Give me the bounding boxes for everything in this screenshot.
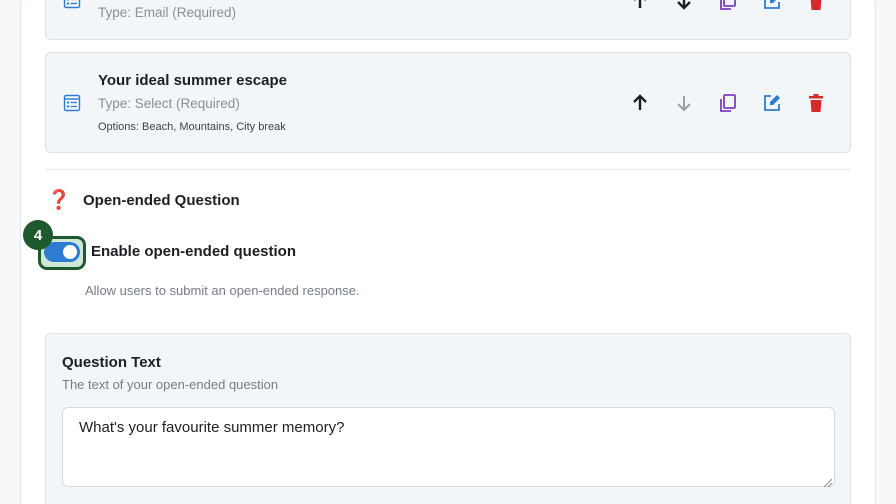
- toggle-knob: [63, 245, 77, 259]
- step-badge: 4: [23, 220, 53, 250]
- field-card-email: Type: Email (Required): [45, 0, 851, 40]
- copy-icon: [720, 0, 736, 10]
- question-text-input[interactable]: What's your favourite summer memory?: [62, 407, 835, 487]
- duplicate-button[interactable]: [716, 91, 740, 115]
- open-ended-toggle[interactable]: [44, 242, 80, 262]
- move-up-button[interactable]: [628, 91, 652, 115]
- field-card-select: Your ideal summer escape Type: Select (R…: [45, 52, 851, 153]
- duplicate-button[interactable]: [716, 0, 740, 13]
- question-text-card: Question Text The text of your open-ende…: [45, 333, 851, 504]
- toggle-help-text: Allow users to submit an open-ended resp…: [85, 283, 360, 298]
- arrow-down-icon: [677, 96, 691, 112]
- delete-button[interactable]: [804, 91, 828, 115]
- move-down-button[interactable]: [672, 91, 696, 115]
- edit-button[interactable]: [760, 0, 784, 13]
- arrow-up-icon: [634, 0, 646, 8]
- edit-icon: [764, 95, 780, 111]
- resize-grip-icon[interactable]: [823, 475, 833, 488]
- move-up-button[interactable]: [628, 0, 652, 13]
- toggle-label: Enable open-ended question: [91, 243, 297, 260]
- copy-icon: [720, 94, 736, 112]
- arrow-up-icon: [633, 94, 647, 110]
- question-mark-icon: ❓: [47, 189, 71, 211]
- question-text-help: The text of your open-ended question: [62, 377, 279, 392]
- section-title: Open-ended Question: [83, 192, 240, 209]
- question-text-title: Question Text: [62, 354, 161, 371]
- edit-icon: [764, 0, 780, 9]
- section-divider: [45, 169, 851, 170]
- arrow-down-icon: [677, 0, 691, 10]
- trash-icon: [810, 0, 822, 10]
- move-down-button[interactable]: [672, 0, 696, 13]
- delete-button[interactable]: [804, 0, 828, 13]
- trash-icon: [809, 94, 823, 112]
- edit-button[interactable]: [760, 91, 784, 115]
